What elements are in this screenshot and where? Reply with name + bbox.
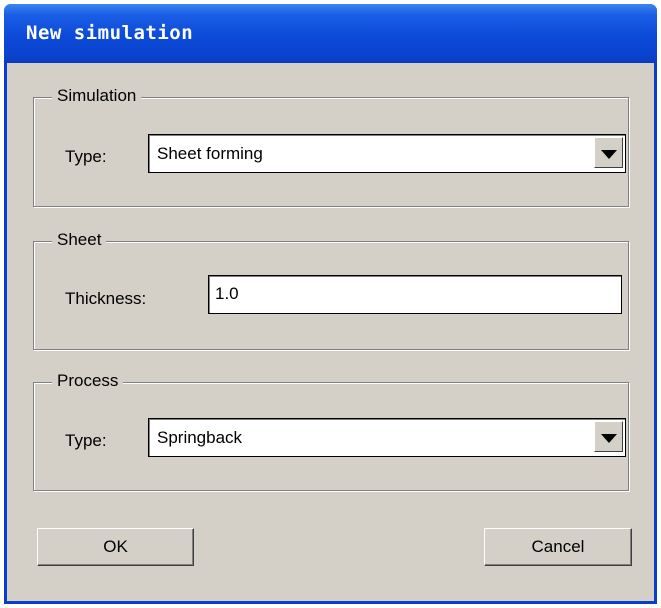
simulation-type-dropdown[interactable]: Sheet forming — [148, 134, 626, 173]
ok-button[interactable]: OK — [37, 528, 194, 566]
simulation-type-value: Sheet forming — [157, 144, 263, 163]
thickness-field[interactable] — [208, 275, 622, 314]
process-group-legend: Process — [52, 371, 124, 391]
chevron-down-icon — [601, 150, 617, 159]
simulation-group-legend: Simulation — [52, 86, 142, 106]
process-type-dropdown[interactable]: Springback — [148, 418, 626, 457]
thickness-label: Thickness: — [65, 289, 147, 308]
dialog-title: New simulation — [26, 22, 194, 44]
process-type-value: Springback — [157, 428, 243, 447]
simulation-type-label: Type: — [65, 147, 107, 166]
sheet-group-legend: Sheet — [52, 230, 107, 250]
cancel-button[interactable]: Cancel — [484, 528, 632, 566]
process-type-label: Type: — [65, 431, 107, 450]
process-type-dropdown-button[interactable] — [594, 421, 623, 452]
title-bar[interactable]: New simulation — [4, 4, 657, 63]
simulation-type-dropdown-button[interactable] — [594, 137, 623, 168]
thickness-input[interactable] — [215, 282, 605, 306]
chevron-down-icon — [601, 434, 617, 443]
